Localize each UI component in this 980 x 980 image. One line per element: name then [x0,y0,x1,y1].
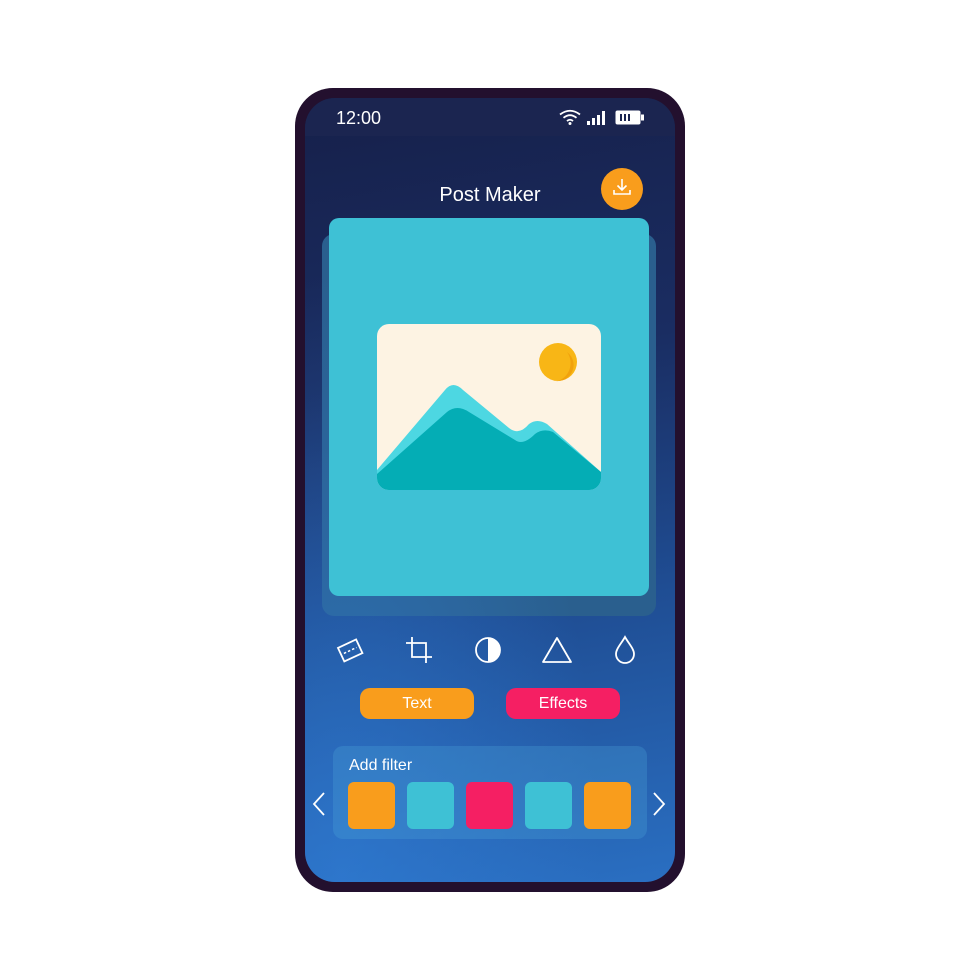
text-button[interactable]: Text [360,688,474,719]
filter-label: Add filter [349,757,413,774]
filter-swatch[interactable] [407,782,454,829]
download-button[interactable] [601,168,643,210]
chevron-left-icon [312,791,326,822]
filter-panel: Add filter [333,746,647,839]
filter-swatch[interactable] [466,782,513,829]
droplet-icon [609,634,641,671]
app-screen: 12:00 Post Maker Text Effects Add filter [305,98,675,882]
contrast-tool[interactable] [470,634,506,670]
signal-icon [587,110,609,130]
wifi-icon [559,109,581,130]
filter-swatch[interactable] [584,782,631,829]
status-bar: 12:00 [305,98,675,136]
rotate-tool[interactable] [332,634,368,670]
crop-tool[interactable] [401,634,437,670]
filter-swatch[interactable] [525,782,572,829]
post-canvas[interactable] [329,218,649,596]
battery-icon [615,110,645,130]
filter-swatch[interactable] [348,782,395,829]
image-placeholder-icon [377,324,601,490]
shape-tool[interactable] [539,634,575,670]
crop-icon [403,634,435,671]
contrast-icon [472,634,504,671]
chevron-right-icon [652,791,666,822]
download-icon [611,176,633,203]
status-icons [559,109,645,130]
status-time: 12:00 [336,108,382,128]
color-tool[interactable] [607,634,643,670]
rotate-icon [334,634,366,671]
filter-prev-button[interactable] [309,791,329,822]
effects-button[interactable]: Effects [506,688,620,719]
phone-frame: 12:00 Post Maker Text Effects Add filter [295,88,685,892]
triangle-icon [540,634,574,671]
filter-next-button[interactable] [649,791,669,822]
editing-toolbar [305,634,675,674]
